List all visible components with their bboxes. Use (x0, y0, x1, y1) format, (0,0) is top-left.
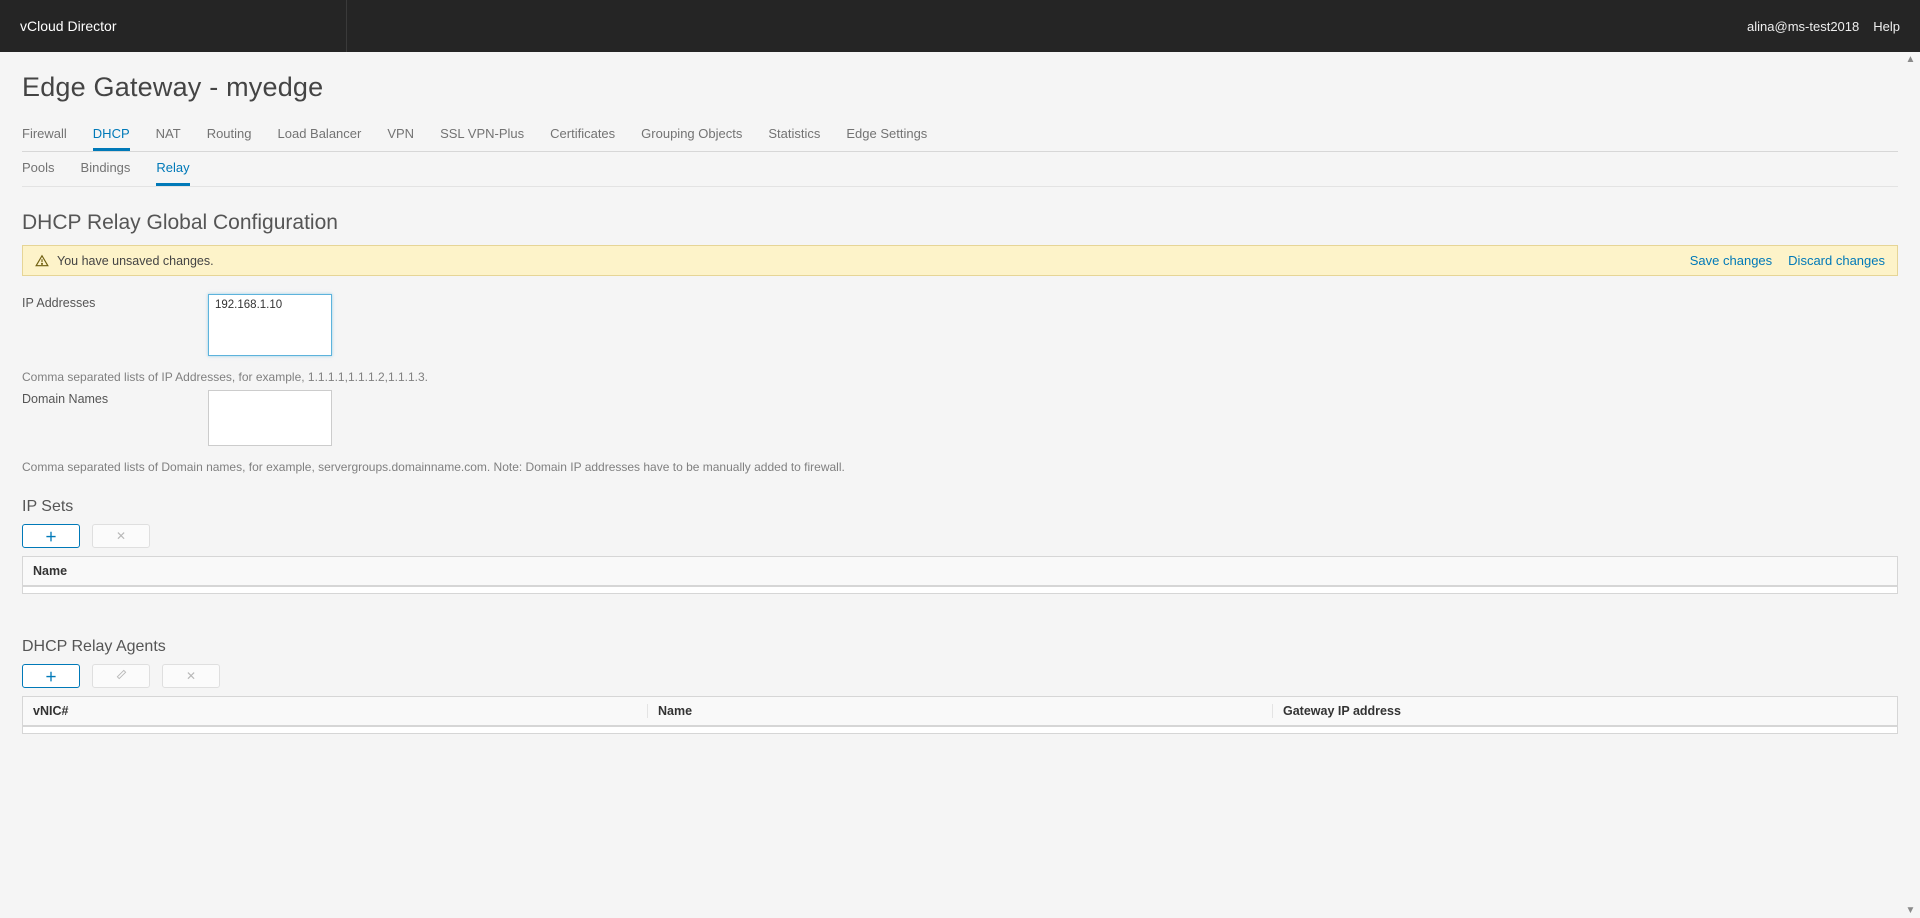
app-header: vCloud Director alina@ms-test2018 Help (0, 0, 1920, 52)
ipsets-remove-button[interactable]: ✕ (92, 524, 150, 548)
relay-agents-remove-button[interactable]: ✕ (162, 664, 220, 688)
ipsets-title: IP Sets (22, 498, 1898, 516)
tab-ssl-vpn-plus[interactable]: SSL VPN-Plus (440, 119, 524, 151)
relay-agents-add-button[interactable]: ＋ (22, 664, 80, 688)
save-changes-link[interactable]: Save changes (1690, 253, 1772, 268)
x-icon: ✕ (116, 529, 126, 543)
relay-agents-col-gateway[interactable]: Gateway IP address (1273, 704, 1897, 718)
ipsets-add-button[interactable]: ＋ (22, 524, 80, 548)
relay-agents-edit-button[interactable] (92, 664, 150, 688)
app-brand: vCloud Director (20, 0, 347, 52)
edit-icon (116, 669, 127, 683)
x-icon: ✕ (186, 669, 196, 683)
tabs-secondary: Pools Bindings Relay (22, 152, 1898, 187)
tab-firewall[interactable]: Firewall (22, 119, 67, 151)
tab-routing[interactable]: Routing (207, 119, 252, 151)
tab-statistics[interactable]: Statistics (768, 119, 820, 151)
tabs-primary: Firewall DHCP NAT Routing Load Balancer … (22, 119, 1898, 152)
unsaved-changes-alert: You have unsaved changes. Save changes D… (22, 245, 1898, 276)
subtab-pools[interactable]: Pools (22, 152, 55, 186)
plus-icon: ＋ (45, 668, 57, 685)
ip-addresses-label: IP Addresses (22, 294, 208, 310)
relay-agents-col-vnic[interactable]: vNIC# (23, 704, 648, 718)
subtab-relay[interactable]: Relay (156, 152, 189, 186)
ip-addresses-input[interactable] (208, 294, 332, 356)
ipsets-grid: Name (22, 556, 1898, 594)
plus-icon: ＋ (45, 528, 57, 545)
tab-nat[interactable]: NAT (156, 119, 181, 151)
tab-edge-settings[interactable]: Edge Settings (846, 119, 927, 151)
warning-icon (35, 254, 49, 268)
domain-names-helper: Comma separated lists of Domain names, f… (22, 460, 1898, 474)
section-title: DHCP Relay Global Configuration (22, 211, 1898, 235)
ip-addresses-helper: Comma separated lists of IP Addresses, f… (22, 370, 1898, 384)
relay-agents-title: DHCP Relay Agents (22, 638, 1898, 656)
domain-names-label: Domain Names (22, 390, 208, 406)
tab-grouping-objects[interactable]: Grouping Objects (641, 119, 742, 151)
ipsets-col-name[interactable]: Name (23, 564, 1897, 578)
relay-agents-col-name[interactable]: Name (648, 704, 1273, 718)
tab-certificates[interactable]: Certificates (550, 119, 615, 151)
tab-load-balancer[interactable]: Load Balancer (278, 119, 362, 151)
tab-vpn[interactable]: VPN (387, 119, 414, 151)
page-title: Edge Gateway - myedge (22, 72, 1898, 103)
alert-message: You have unsaved changes. (57, 254, 214, 268)
tab-dhcp[interactable]: DHCP (93, 119, 130, 151)
help-link[interactable]: Help (1873, 19, 1900, 34)
relay-agents-grid: vNIC# Name Gateway IP address (22, 696, 1898, 734)
user-menu[interactable]: alina@ms-test2018 (1747, 19, 1859, 34)
subtab-bindings[interactable]: Bindings (81, 152, 131, 186)
discard-changes-link[interactable]: Discard changes (1788, 253, 1885, 268)
domain-names-input[interactable] (208, 390, 332, 446)
